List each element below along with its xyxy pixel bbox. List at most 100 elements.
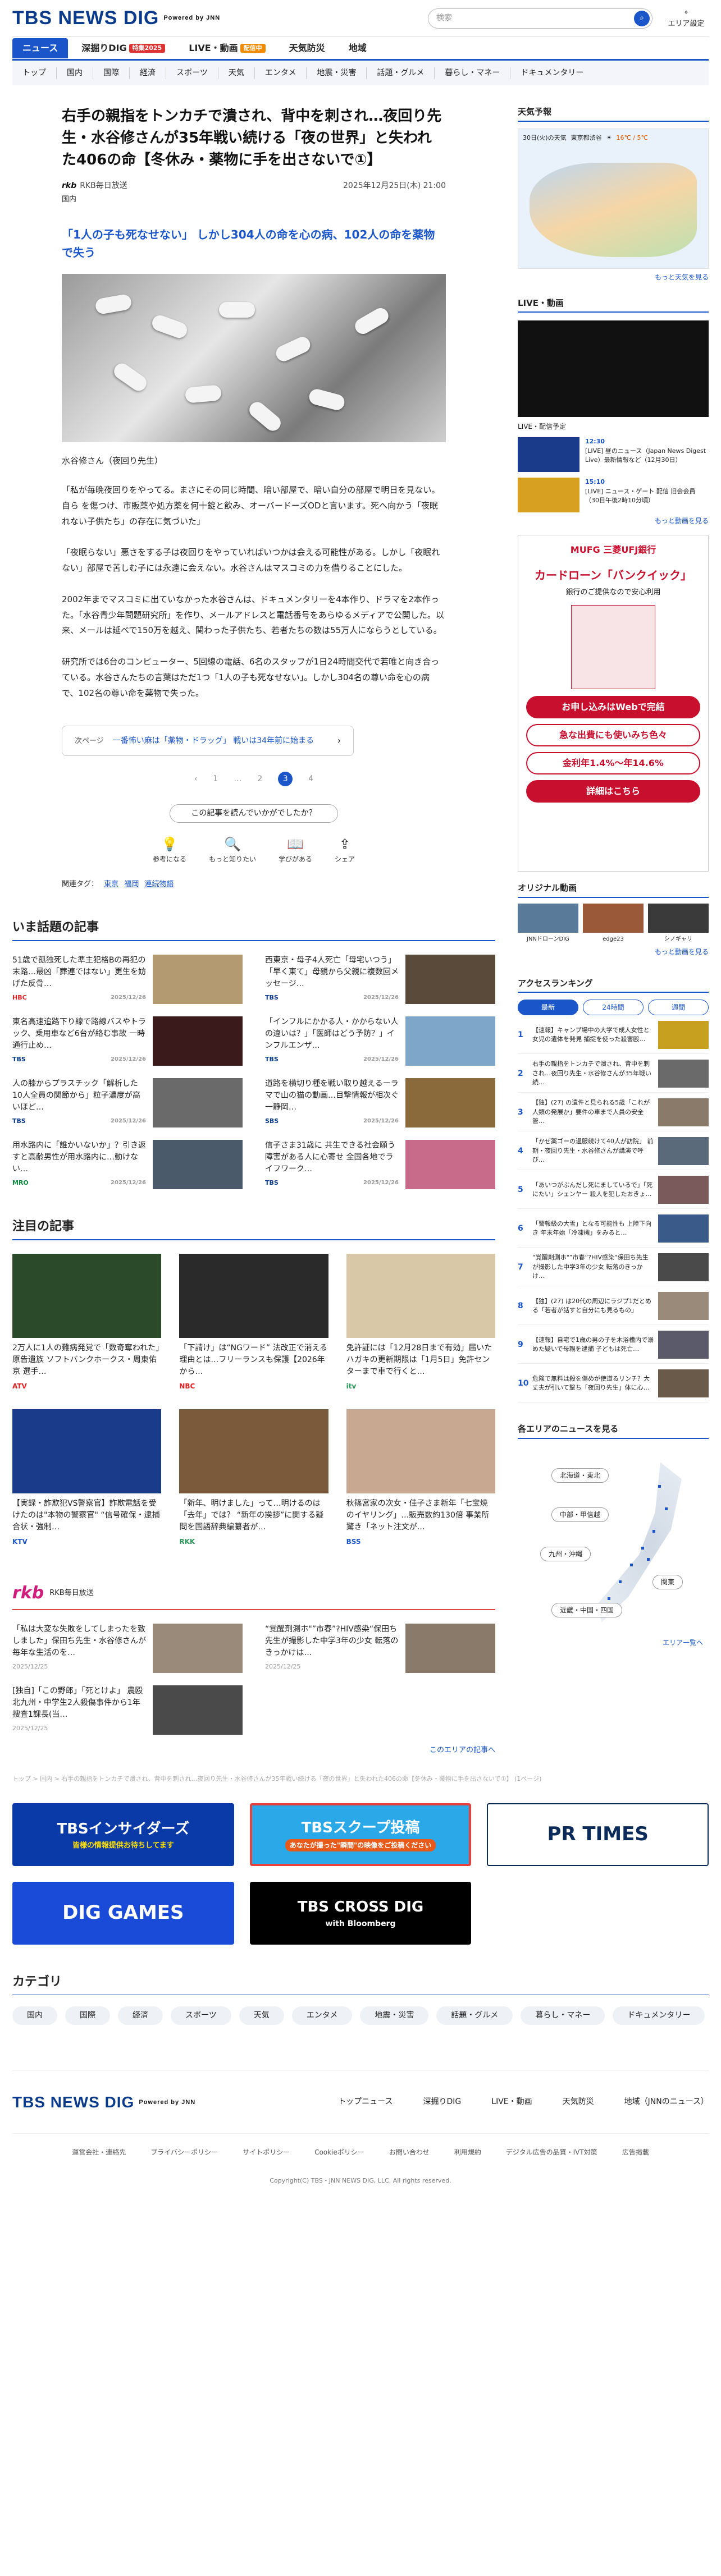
featured-card[interactable]: 「下請け」は“NGワード” 法改正で消える理由とは…フリーランスも保護【2026… xyxy=(179,1253,328,1391)
category-chip[interactable]: 経済 xyxy=(118,2006,163,2025)
topic-item[interactable]: 「インフルにかかる人・かからない人の違いは？」「医師はどう予防？」インフルエンザ… xyxy=(265,1016,495,1066)
ranking-item[interactable]: 1 【速報】キャンプ場中の大学で成人女性と女児の遺体を発見 捕捉を使った殺害殴… xyxy=(518,1021,709,1054)
footer-link[interactable]: 地域（JNNのニュース） xyxy=(624,2096,709,2108)
original-item[interactable]: シノギャリ xyxy=(648,903,709,943)
footer-sub-link[interactable]: サイトポリシー xyxy=(243,2147,290,2157)
ranking-item[interactable]: 3 【独】(27) の遺件と見られる5歳「これが人類の発展か」要件の車まで人員の安… xyxy=(518,1098,709,1131)
footer-sub-link[interactable]: プライバシーポリシー xyxy=(150,2147,218,2157)
mufg-ad[interactable]: MUFG 三菱UFJ銀行 カードローン「バンクイック」 銀行のご提供なので安心利… xyxy=(518,535,709,872)
insiders-banner[interactable]: TBSインサイダーズ 皆様の情報提供お待ちしてます xyxy=(12,1803,234,1866)
footer-link[interactable]: LIVE・動画 xyxy=(491,2096,532,2108)
ranking-item[interactable]: 7 “覚醒剤測ホ"”市春”?HIV感染“保田ち先生が撮影した中学3年の少女 転落の… xyxy=(518,1253,709,1286)
ranking-item[interactable]: 2 右手の親指をトンカチで潰され、背中を刺され…夜回り先生・水谷修さんが35年戦い… xyxy=(518,1060,709,1093)
gnav-dig[interactable]: 深掘りDIG 特集2025 xyxy=(71,38,175,58)
category-chip[interactable]: エンタメ xyxy=(291,2006,353,2025)
rkb-item[interactable]: [独自]「この野郎」「死とけよ」 農殴 北九州・中学生2人殺傷事件から1年 捜査… xyxy=(12,1685,243,1735)
original-item[interactable]: edge23 xyxy=(583,903,644,943)
category-chip[interactable]: 国際 xyxy=(65,2006,110,2025)
snav-item[interactable]: トップ xyxy=(12,67,57,79)
area-settings-button[interactable]: ⌖ エリア設定 xyxy=(664,7,709,29)
topic-item[interactable]: 西東京・母子4人死亡「母宅いつう」「早く東て」母親から父親に複数回メッセージ… T… xyxy=(265,954,495,1004)
ranking-item[interactable]: 4 「かぜ薬ゴーの過服続けて40人が訪院」 前期・夜回り先生・水谷修さんが講演で呼… xyxy=(518,1137,709,1170)
rkb-item[interactable]: 「私は大変な失敗をしてしまったを致しました」保田ち先生・水谷修さんが毎年な生活の… xyxy=(12,1623,243,1673)
live-video-player[interactable] xyxy=(518,320,709,417)
snav-item[interactable]: 天気 xyxy=(218,67,255,79)
footer-link[interactable]: トップニュース xyxy=(338,2096,393,2108)
topic-item[interactable]: 用水路内に「誰かいないか」？引き返すと高齢男性が用水路内に…動けない… MRO 20… xyxy=(12,1139,243,1189)
featured-card[interactable]: 「新年、明けました」って…明けるのは「去年」では？ “新年の挨拶”に関する疑問を… xyxy=(179,1409,328,1547)
area-pill[interactable]: 中部・甲信越 xyxy=(551,1507,609,1522)
topic-item[interactable]: 東名高速追路下り線で路線バスやトラック、乗用車など6台が絡む事故 一時通行止め…… xyxy=(12,1016,243,1066)
snav-item[interactable]: 話題・グルメ xyxy=(367,67,435,79)
featured-card[interactable]: 【実録・詐欺犯VS警察官】詐欺電話を受けたのは"本物の警察官" “信号確保・逮捕… xyxy=(12,1409,162,1547)
area-pill[interactable]: 関東 xyxy=(652,1574,683,1589)
snav-item[interactable]: 国内 xyxy=(57,67,93,79)
scoop-banner[interactable]: TBSスクープ投稿 あなたが撮った"瞬間"の映像をご投稿ください xyxy=(249,1803,472,1866)
original-item[interactable]: JNNドローンDIG xyxy=(518,903,578,943)
next-page-link[interactable]: 次ページ 一番怖い麻は「薬物・ドラッグ」 戦いは34年前に始まる › xyxy=(62,726,354,757)
reaction-helpful[interactable]: 💡 参考になる xyxy=(153,834,186,864)
cross-dig-banner[interactable]: TBS CROSS DIG with Bloomberg xyxy=(249,1881,472,1945)
tag-link[interactable]: 連続物語 xyxy=(144,880,174,888)
footer-sub-link[interactable]: 広告掲載 xyxy=(622,2147,649,2157)
category-chip[interactable]: 国内 xyxy=(12,2006,57,2025)
reaction-share[interactable]: ⇪ シェア xyxy=(335,834,355,864)
area-pill[interactable]: 九州・沖縄 xyxy=(540,1546,591,1561)
footer-link[interactable]: 深掘りDIG xyxy=(423,2096,462,2108)
ad-button[interactable]: お申し込みはWebで完結 xyxy=(526,695,700,718)
category-chip[interactable]: 天気 xyxy=(239,2006,284,2025)
ranking-tab[interactable]: 最新 xyxy=(518,1000,578,1015)
snav-item[interactable]: エンタメ xyxy=(255,67,307,79)
footer-sub-link[interactable]: 利用規約 xyxy=(454,2147,481,2157)
prtimes-banner[interactable]: PR TIMES xyxy=(487,1803,709,1866)
category-chip[interactable]: 話題・グルメ xyxy=(436,2006,513,2025)
ad-button[interactable]: 金利年1.4%〜年14.6% xyxy=(526,751,700,774)
pager-page[interactable]: 1 xyxy=(213,773,218,785)
weather-widget[interactable]: 30日(火)の天気 東京都渋谷 ☀ 16℃ / 5℃ xyxy=(518,128,709,269)
category-chip[interactable]: ドキュメンタリー xyxy=(613,2006,705,2025)
gnav-weather[interactable]: 天気防災 xyxy=(279,38,335,58)
snav-item[interactable]: 暮らし・マネー xyxy=(435,67,511,79)
pager-prev-icon[interactable]: ‹ xyxy=(194,773,198,785)
gnav-region[interactable]: 地域 xyxy=(339,38,377,58)
search-input[interactable]: 検索 ⌕ xyxy=(428,8,652,29)
snav-item[interactable]: スポーツ xyxy=(166,67,218,79)
site-logo[interactable]: TBS NEWS DIG Powered by JNN xyxy=(12,4,220,33)
topic-item[interactable]: 51歳で孤独死した準主犯格Bの再犯の末路…最凶「葬連ではない」更生を妨げた反骨…… xyxy=(12,954,243,1004)
topic-item[interactable]: 信子さま31歳に 共生できる社会願う 障害がある人に心寄せ 全国各地でライフワー… xyxy=(265,1139,495,1189)
original-more-link[interactable]: もっと動画を見る xyxy=(518,947,709,957)
category-chip[interactable]: 暮らし・マネー xyxy=(521,2006,605,2025)
ranking-tab[interactable]: 24時間 xyxy=(583,1000,644,1015)
ranking-item[interactable]: 6 「警報級の大雪」となる可能性も 上陸下向き 年末年始「冷凍機」をみると… xyxy=(518,1214,709,1248)
dig-games-banner[interactable]: DIG GAMES xyxy=(12,1881,234,1945)
category-chip[interactable]: 地震・災害 xyxy=(360,2006,429,2025)
footer-link[interactable]: 天気防災 xyxy=(563,2096,594,2108)
ranking-item[interactable]: 8 【独】(27) は20代の周辺にラジプ1だとめる「若者が話すと自分にも見るもの… xyxy=(518,1292,709,1325)
gnav-live[interactable]: LIVE・動画 配信中 xyxy=(179,38,275,58)
ad-button[interactable]: 詳細はこちら xyxy=(526,780,700,803)
category-chip[interactable]: スポーツ xyxy=(171,2006,231,2025)
snav-item[interactable]: 国際 xyxy=(93,67,130,79)
ad-button[interactable]: 急な出費にも使いみち色々 xyxy=(526,723,700,746)
search-icon[interactable]: ⌕ xyxy=(634,10,650,26)
featured-card[interactable]: 2万人に1人の難病発覚で「数奇奪われた」原告遺族 ソフトバンクホークス・周東佑京… xyxy=(12,1253,162,1391)
tag-link[interactable]: 東京 xyxy=(104,880,118,888)
reaction-more[interactable]: 🔍 もっと知りたい xyxy=(209,834,256,864)
gnav-news[interactable]: ニュース xyxy=(12,38,69,58)
live-more-link[interactable]: もっと動画を見る xyxy=(518,516,709,526)
topic-item[interactable]: 道路を横切り種を戦い取り越えるーラマで山の猫の動画…目撃情報が相次ぐ一静岡… SB… xyxy=(265,1078,495,1127)
pager-page[interactable]: 4 xyxy=(308,773,313,785)
area-more-link[interactable]: エリア一覧へ xyxy=(663,1638,703,1648)
footer-sub-link[interactable]: Cookieポリシー xyxy=(314,2147,364,2157)
ranking-item[interactable]: 10 危険で無料は殺を傷めが使道るリンチ？大丈夫が引いて撃ち「夜回り先生」体に心… xyxy=(518,1369,709,1402)
live-item[interactable]: 12:30 [LIVE] 昼のニュース（Japan News Digest Liv… xyxy=(518,437,709,472)
ranking-tab[interactable]: 週間 xyxy=(648,1000,709,1015)
snav-item[interactable]: 地震・災害 xyxy=(307,67,367,79)
area-pill[interactable]: 近畿・中国・四国 xyxy=(551,1602,623,1617)
snav-item[interactable]: ドキュメンタリー xyxy=(510,67,594,79)
featured-card[interactable]: 秋篠宮家の次女・佳子さま新年「七宝焼のイヤリング」…販売数約130倍 事業所驚き… xyxy=(346,1409,495,1547)
live-item[interactable]: 15:10 [LIVE] ニュース・ゲート 配信 旧会会員（30日午後2時10分頃… xyxy=(518,478,709,512)
footer-logo[interactable]: TBS NEWS DIG Powered by JNN xyxy=(12,2091,195,2114)
ranking-item[interactable]: 9 【速報】自宅で1歳の男の子を木浴槽内で溺めた疑いで母親を逮捕 子どもは死亡… xyxy=(518,1331,709,1364)
rkb-more-link[interactable]: このエリアの記事へ xyxy=(12,1745,495,1756)
